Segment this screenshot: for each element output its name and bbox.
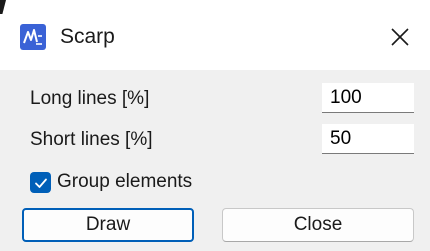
scarp-dialog: Scarp Long lines [%] Short lines [%] Gro… [0,0,430,251]
group-elements-checkbox[interactable] [30,172,51,193]
window-title: Scarp [60,25,115,48]
title-bar[interactable]: Scarp [0,0,430,70]
long-lines-label: Long lines [%] [30,88,150,109]
group-elements-label[interactable]: Group elements [57,170,192,194]
scarp-app-icon [20,24,46,50]
close-icon[interactable] [370,14,430,60]
short-lines-input[interactable] [322,124,414,154]
close-button[interactable]: Close [222,208,414,242]
short-lines-label: Short lines [%] [30,129,153,150]
draw-button[interactable]: Draw [22,208,194,242]
corner-mark [0,0,6,14]
long-lines-input[interactable] [322,83,414,113]
checkmark-icon [34,178,47,188]
dialog-body: Long lines [%] Short lines [%] Group ele… [0,70,430,251]
